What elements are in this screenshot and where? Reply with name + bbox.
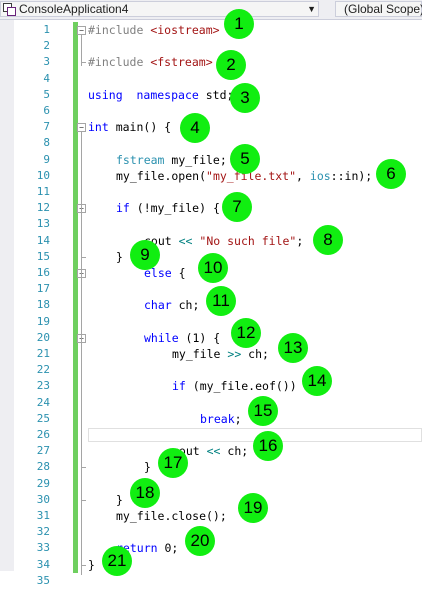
line-number: 22 (36, 363, 50, 377)
callout-badge: 6 (376, 159, 406, 189)
callout-badge: 2 (216, 50, 246, 80)
callout-badge: 10 (198, 253, 228, 283)
code-line-5[interactable]: using namespace std; (88, 87, 233, 103)
line-number: 28 (36, 460, 50, 474)
code-line-3[interactable]: #include <fstream> (88, 54, 213, 70)
navigation-bar: ConsoleApplication4 ▼ (Global Scope) (0, 0, 422, 20)
callout-badge: 17 (158, 448, 188, 478)
line-number: 11 (36, 185, 50, 198)
change-tracking-bar (73, 22, 78, 573)
line-number: 18 (36, 298, 50, 312)
line-number: 2 (43, 39, 50, 53)
callout-badge: 3 (230, 83, 260, 113)
line-number: 19 (36, 314, 50, 328)
line-number: 34 (36, 557, 50, 571)
line-number: 33 (36, 541, 50, 555)
callout-badge: 1 (224, 9, 254, 39)
code-line-23[interactable]: if (my_file.eof()) (172, 378, 297, 394)
line-number: 12 (36, 201, 50, 215)
fold-guide-end (81, 62, 86, 64)
fold-guide-end (81, 256, 86, 258)
code-line-25[interactable]: break; (200, 411, 242, 427)
line-number: 20 (36, 330, 50, 344)
code-line-15[interactable]: } (116, 249, 123, 265)
callout-badge: 19 (238, 493, 268, 523)
line-number: 13 (36, 217, 50, 231)
line-number: 21 (36, 347, 50, 360)
line-number: 31 (36, 509, 50, 522)
callout-badge: 13 (278, 333, 308, 363)
line-number: 10 (36, 168, 50, 182)
callout-badge: 7 (222, 192, 252, 222)
line-number: 15 (36, 249, 50, 263)
line-number: 16 (36, 266, 50, 279)
code-line-9[interactable]: fstream my_file; (116, 152, 227, 168)
line-number: 6 (43, 104, 50, 117)
project-dropdown-label: ConsoleApplication4 (19, 2, 129, 16)
project-icon (3, 3, 16, 16)
chevron-down-icon[interactable]: ▼ (307, 2, 316, 16)
code-line-14[interactable]: cout << "No such file"; (144, 233, 303, 249)
line-number: 24 (36, 395, 50, 409)
callout-badge: 21 (102, 546, 132, 576)
callout-badge: 14 (302, 366, 332, 396)
project-dropdown[interactable]: ConsoleApplication4 ▼ (0, 1, 319, 17)
scope-dropdown-label: (Global Scope) (344, 2, 422, 16)
code-line-20[interactable]: while (1) { (144, 330, 220, 346)
line-number: 35 (36, 573, 50, 587)
code-line-34[interactable]: } (88, 557, 95, 573)
line-number: 32 (36, 525, 50, 539)
line-number: 8 (43, 136, 50, 150)
callout-badge: 12 (231, 318, 261, 348)
line-number: 14 (36, 233, 50, 247)
line-number: 17 (36, 282, 50, 296)
line-number: 29 (36, 476, 50, 490)
callout-badge: 5 (230, 144, 260, 174)
code-line-30[interactable]: } (116, 492, 123, 508)
callout-badge: 20 (185, 526, 215, 556)
line-number: 30 (36, 492, 50, 506)
code-line-7[interactable]: int main() { (88, 119, 171, 135)
callout-badge: 18 (130, 478, 160, 508)
selection-margin[interactable] (0, 20, 14, 571)
fold-guide-end (81, 499, 86, 501)
line-number: 7 (43, 120, 50, 134)
fold-guide-end (81, 564, 86, 566)
callout-badge: 15 (248, 396, 278, 426)
code-line-18[interactable]: char ch; (144, 297, 199, 313)
callout-badge: 4 (180, 113, 210, 143)
line-number: 9 (43, 152, 50, 166)
code-editor[interactable]: 1 2 3 4 5 6 7 8 9 10 11 12 13 14 15 16 17 18 19 20 21 22 23 24 2… (0, 9, 422, 587)
code-line-1[interactable]: #include <iostream> (88, 22, 220, 38)
fold-guide (81, 341, 82, 472)
line-number: 27 (36, 444, 50, 458)
line-number: 5 (43, 87, 50, 101)
callout-badge: 9 (130, 240, 160, 270)
line-number: 23 (36, 379, 50, 393)
line-number: 26 (36, 428, 50, 441)
code-line-28[interactable]: } (144, 459, 151, 475)
line-number: 4 (43, 71, 50, 85)
fold-guide-end (81, 467, 86, 469)
code-line-21[interactable]: my_file >> ch; (172, 346, 269, 362)
line-number: 3 (43, 55, 50, 69)
callout-badge: 16 (253, 431, 283, 461)
callout-badge: 11 (206, 286, 236, 316)
code-line-31[interactable]: my_file.close(); (116, 508, 227, 524)
callout-badge: 8 (313, 225, 343, 255)
line-number: 1 (43, 23, 50, 36)
code-line-12[interactable]: if (!my_file) { (116, 200, 220, 216)
scope-dropdown[interactable]: (Global Scope) (335, 1, 422, 17)
line-number: 25 (36, 411, 50, 425)
